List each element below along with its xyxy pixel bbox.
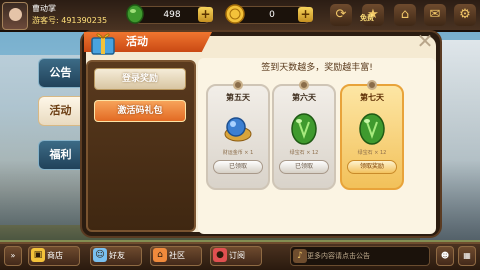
card-hook-icon — [367, 80, 377, 90]
claimed-button-day-6[interactable]: 已领取 — [279, 160, 329, 174]
claimed-button-day-5[interactable]: 已领取 — [213, 160, 263, 174]
close-icon: ✕ — [416, 29, 434, 53]
dialog-title: 活动 — [126, 35, 148, 48]
gift-icon[interactable]: ⌂ — [394, 4, 416, 26]
green-gem-icon — [291, 113, 317, 145]
shop-label: 商店 — [47, 251, 63, 260]
community-label: 社区 — [169, 251, 185, 260]
tab-activity-label: 活动 — [49, 104, 72, 117]
avatar[interactable] — [2, 2, 28, 30]
player-id: 游客号: 491390235 — [32, 16, 108, 25]
coin-count: 0 — [269, 10, 275, 20]
emoji-button[interactable]: ☻ — [436, 246, 454, 266]
list-item-login-reward-label: 登录奖励 — [121, 74, 158, 84]
speaker-icon: ♪ — [293, 249, 307, 263]
tab-welfare-label: 福利 — [49, 148, 72, 161]
claim-button-day-7[interactable]: 领取奖励 — [347, 160, 397, 174]
friends-icon: ☺ — [93, 248, 107, 262]
gem-icon — [126, 4, 144, 24]
claim-button-label-6: 已领取 — [294, 163, 313, 170]
green-gem-icon — [359, 113, 385, 145]
double-arrow-icon: » — [10, 251, 16, 260]
gift-box-icon — [91, 33, 115, 55]
card-hook-icon — [233, 80, 243, 90]
add-gems-button[interactable]: + — [198, 7, 213, 22]
list-item-login-reward[interactable]: 登录奖励 — [94, 68, 186, 90]
top-bar: 曹动掌 游客号: 491390235 498 + 0 + ⟳ ★ 免费 ⌂ ✉ … — [0, 0, 480, 32]
item-caption-7: 绿宝石 × 12 — [357, 150, 387, 156]
list-item-activation-code[interactable]: 激活码礼包 — [94, 100, 186, 122]
gem-count: 498 — [163, 10, 181, 20]
item-caption-5: 财运金币 × 1 — [222, 150, 254, 156]
tab-activity[interactable]: 活动 — [38, 96, 82, 126]
close-button[interactable]: ✕ — [414, 31, 436, 53]
add-coins-button[interactable]: + — [298, 7, 313, 22]
day-label-6: 第六天 — [292, 93, 316, 102]
chat-input[interactable]: 更多内容请点击公告 — [290, 246, 430, 266]
tab-welfare[interactable]: 福利 — [38, 140, 82, 170]
friends-label: 好友 — [109, 251, 125, 260]
free-label: 免费 — [360, 14, 374, 22]
card-hook-icon — [299, 80, 309, 90]
day-label-5: 第五天 — [226, 93, 250, 102]
list-item-activation-code-label: 激活码礼包 — [117, 106, 163, 116]
settings-icon[interactable]: ⚙ — [454, 4, 476, 26]
shop-icon: ▣ — [31, 248, 45, 262]
expand-button[interactable]: » — [4, 246, 22, 266]
more-button[interactable]: ▦ — [458, 246, 476, 266]
claim-button-label-5: 已领取 — [228, 163, 247, 170]
tab-notice-label: 公告 — [49, 66, 72, 79]
chat-placeholder: 更多内容请点击公告 — [307, 252, 370, 260]
claim-button-label-7: 领取奖励 — [359, 163, 384, 170]
community-icon: ⌂ — [153, 248, 167, 262]
reward-banner: 签到天数越多，奖励越丰富! — [261, 63, 373, 73]
grid-icon: ▦ — [463, 251, 471, 260]
subscribe-label: 订阅 — [229, 251, 245, 260]
item-caption-6: 绿宝石 × 12 — [289, 150, 319, 156]
day-label-7: 第七天 — [360, 93, 384, 102]
share-icon[interactable]: ⟳ — [330, 4, 352, 26]
coin-icon — [225, 4, 245, 24]
mail-icon[interactable]: ✉ — [424, 4, 446, 26]
tab-notice[interactable]: 公告 — [38, 58, 82, 88]
emoji-icon: ☻ — [440, 251, 450, 260]
player-name: 曹动掌 — [32, 4, 56, 13]
subscribe-icon: ● — [213, 248, 227, 262]
fortune-coin-icon — [224, 117, 252, 142]
